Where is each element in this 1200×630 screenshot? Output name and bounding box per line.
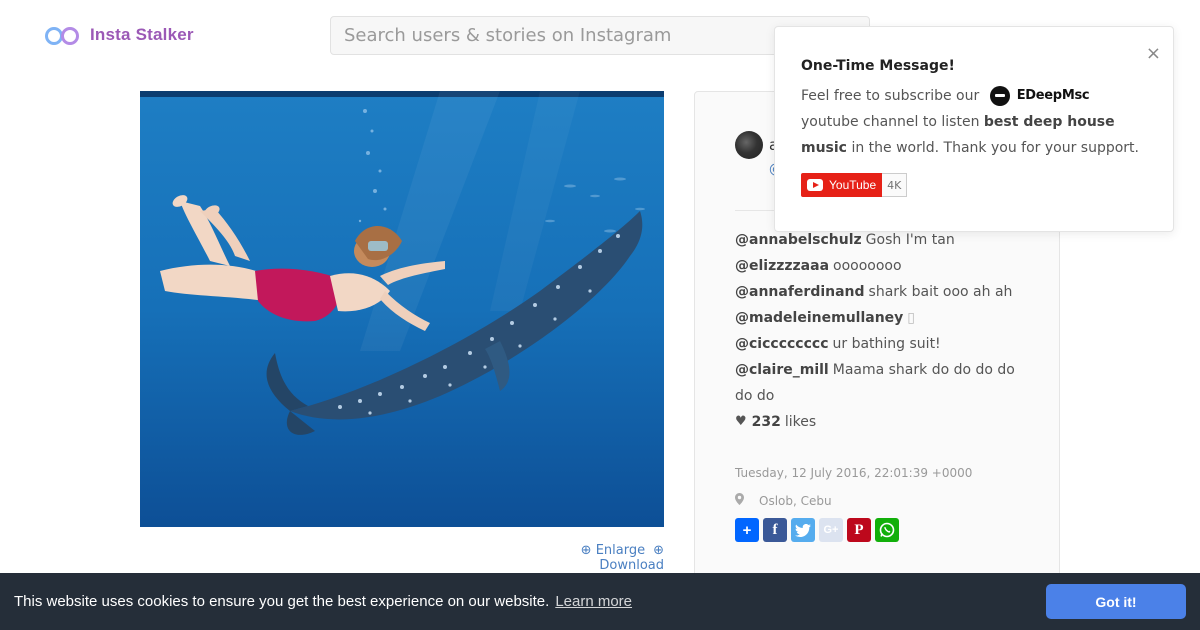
subscriber-count: 4K (882, 173, 908, 197)
youtube-subscribe-button[interactable]: YouTube (801, 173, 883, 197)
brand-name: Insta Stalker (90, 25, 194, 44)
comment-user[interactable]: @annabelschulz (735, 232, 862, 248)
twitter-icon[interactable] (791, 518, 815, 542)
photo-actions: ⊕ Enlarge ⊕ Download (524, 543, 664, 573)
comment-user[interactable]: @elizzzzaaa (735, 258, 829, 274)
comment-text: ▯ (907, 310, 916, 326)
likes-count: ♥ 232 likes (735, 409, 1035, 435)
google-plus-icon[interactable]: G+ (819, 518, 843, 542)
comment-item: @cicccccccc ur bathing suit! (735, 331, 1035, 357)
comment-list: @annabelschulz Gosh I'm tan @elizzzzaaa oo… (735, 227, 1035, 435)
location-text: Oslob, Cebu (759, 493, 832, 508)
one-time-message-popup: × One-Time Message! Feel free to subscri… (774, 26, 1174, 232)
share-buttons: + f G+ P (735, 518, 903, 542)
popup-message: Feel free to subscribe our EDeepMsc yout… (801, 83, 1151, 161)
cookie-message: This website uses cookies to ensure you … (14, 593, 550, 610)
enlarge-link[interactable]: ⊕ Enlarge (581, 543, 645, 558)
avatar[interactable] (735, 131, 763, 159)
youtube-label: YouTube (829, 178, 877, 192)
pinterest-icon[interactable]: P (847, 518, 871, 542)
comment-item: @claire_mill Maama shark do do do do do d… (735, 357, 1035, 409)
comment-user[interactable]: @madeleinemullaney (735, 310, 903, 326)
download-icon: ⊕ (653, 543, 664, 558)
map-pin-icon (735, 493, 745, 508)
post-date: Tuesday, 12 July 2016, 22:01:39 +0000 (735, 466, 973, 480)
whale-shark-image (140, 91, 664, 527)
heart-icon: ♥ (735, 414, 747, 429)
post-location[interactable]: Oslob, Cebu (735, 493, 832, 508)
likes-label: likes (784, 414, 817, 430)
channel-name: EDeepMsc (1016, 88, 1090, 103)
comment-text: ur bathing suit! (832, 336, 941, 352)
comment-item: @annaferdinand shark bait ooo ah ah (735, 279, 1035, 305)
popup-title: One-Time Message! (801, 58, 955, 74)
learn-more-link[interactable]: Learn more (555, 593, 632, 610)
comment-text: Gosh I'm tan (865, 232, 955, 248)
cookie-banner: This website uses cookies to ensure you … (0, 573, 1200, 630)
comment-user[interactable]: @annaferdinand (735, 284, 865, 300)
comment-text: oooooooo (833, 258, 902, 274)
zoom-icon: ⊕ (580, 543, 592, 558)
channel-logo-icon (989, 86, 1010, 106)
youtube-subscribe: YouTube 4K (801, 173, 908, 197)
channel-brand[interactable]: EDeepMsc (989, 83, 1090, 109)
add-share-icon[interactable]: + (735, 518, 759, 542)
youtube-play-icon (807, 179, 823, 191)
comment-user[interactable]: @cicccccccc (735, 336, 829, 352)
comment-item: @elizzzzaaa oooooooo (735, 253, 1035, 279)
comment-user[interactable]: @claire_mill (735, 362, 829, 378)
comment-text: shark bait ooo ah ah (868, 284, 1013, 300)
whatsapp-icon[interactable] (875, 518, 899, 542)
popup-text-after: youtube channel to listen (801, 114, 980, 130)
likes-number: 232 (751, 414, 781, 430)
logo-glasses-icon (45, 24, 81, 46)
post-photo[interactable] (140, 91, 664, 527)
comment-item: @madeleinemullaney ▯ (735, 305, 1035, 331)
facebook-icon[interactable]: f (763, 518, 787, 542)
site-logo[interactable]: Insta Stalker (45, 24, 194, 46)
close-icon[interactable]: × (1146, 43, 1161, 64)
popup-text-before: Feel free to subscribe our (801, 88, 980, 104)
accept-cookies-button[interactable]: Got it! (1046, 584, 1186, 619)
popup-text-end: in the world. Thank you for your support… (851, 140, 1139, 156)
